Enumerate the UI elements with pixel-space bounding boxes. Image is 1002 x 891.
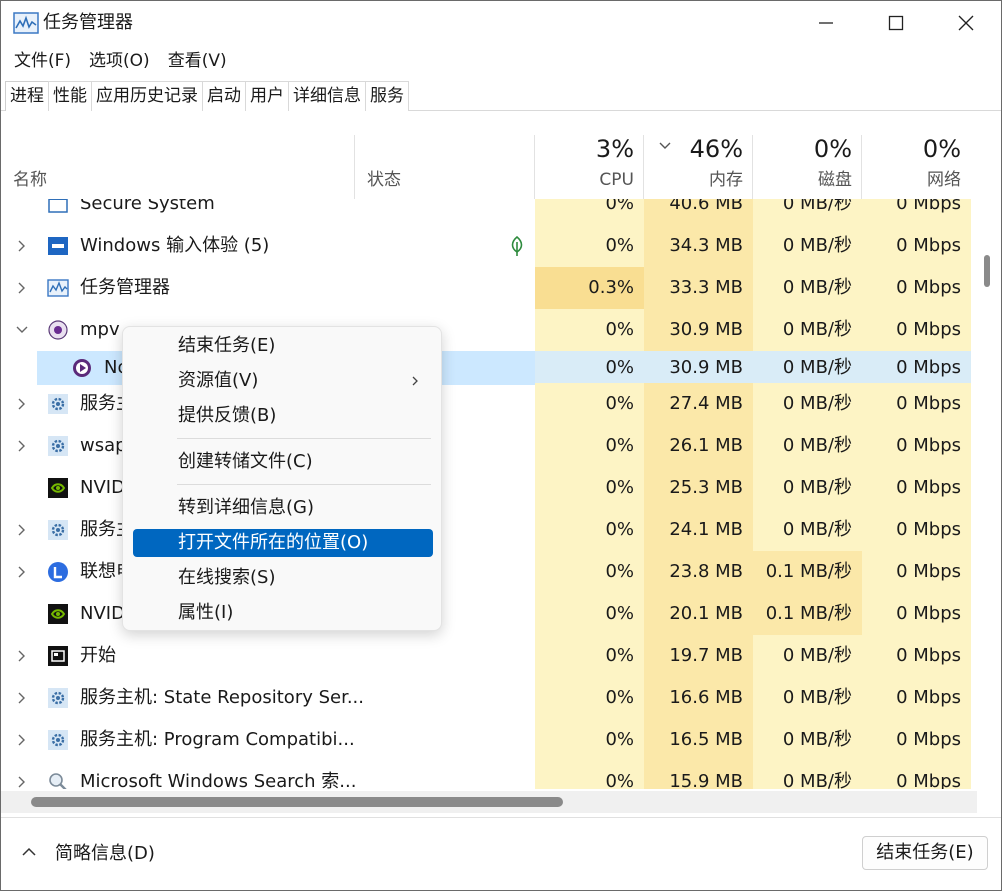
chevron-right-icon[interactable] bbox=[15, 239, 29, 253]
menu-view[interactable]: 查看(V) bbox=[159, 47, 236, 75]
table-row[interactable]: 服务主机: Program Compatibi... 0% 16.5 MB 0 … bbox=[1, 719, 971, 761]
chevron-right-icon[interactable] bbox=[15, 439, 29, 453]
chevron-up-icon[interactable] bbox=[21, 846, 37, 858]
nvidia-icon bbox=[48, 604, 68, 624]
service-gear-icon bbox=[48, 730, 68, 750]
ctx-divider bbox=[177, 438, 431, 439]
column-header-network[interactable]: 0% 网络 bbox=[862, 111, 971, 199]
tab-users[interactable]: 用户 bbox=[245, 81, 289, 111]
nvidia-icon bbox=[48, 478, 68, 498]
close-icon bbox=[958, 15, 974, 31]
chevron-right-icon[interactable] bbox=[15, 565, 29, 579]
cpu-total: 3% bbox=[595, 135, 634, 163]
memory-total: 46% bbox=[689, 135, 743, 163]
fewer-details-link[interactable]: 简略信息(D) bbox=[55, 842, 155, 866]
table-row[interactable]: Secure System 0% 40.6 MB 0 MB/秒 0 Mbps bbox=[1, 199, 971, 225]
tab-startup[interactable]: 启动 bbox=[202, 81, 246, 111]
submenu-chevron-right-icon bbox=[412, 376, 418, 386]
mpv-player-icon bbox=[73, 359, 91, 377]
service-gear-icon bbox=[48, 688, 68, 708]
column-header-cpu[interactable]: 3% CPU bbox=[535, 111, 644, 199]
tab-services[interactable]: 服务 bbox=[365, 81, 409, 111]
menu-file[interactable]: 文件(F) bbox=[5, 47, 80, 75]
context-menu: 结束任务(E) 资源值(V) 提供反馈(B) 创建转储文件(C) 转到详细信息(… bbox=[122, 326, 442, 631]
chevron-right-icon[interactable] bbox=[15, 733, 29, 747]
ctx-search-online[interactable]: 在线搜索(S) bbox=[133, 564, 433, 592]
service-gear-icon bbox=[48, 394, 68, 414]
chevron-right-icon[interactable] bbox=[15, 281, 29, 295]
network-total: 0% bbox=[922, 135, 961, 163]
horizontal-scrollbar[interactable] bbox=[1, 791, 977, 813]
vertical-scrollbar[interactable] bbox=[977, 199, 995, 789]
vertical-scroll-thumb[interactable] bbox=[984, 255, 990, 287]
table-row[interactable]: 任务管理器 0.3% 33.3 MB 0 MB/秒 0 Mbps bbox=[1, 267, 971, 309]
end-task-button[interactable]: 结束任务(E) bbox=[862, 836, 988, 870]
footer-bar: 简略信息(D) 结束任务(E) bbox=[1, 817, 1001, 890]
lenovo-l-icon bbox=[48, 562, 68, 582]
start-menu-icon bbox=[48, 646, 68, 666]
table-row[interactable]: 开始 0% 19.7 MB 0 MB/秒 0 Mbps bbox=[1, 635, 971, 677]
horizontal-scroll-thumb[interactable] bbox=[31, 797, 563, 807]
column-header-name[interactable]: 名称 bbox=[1, 111, 355, 199]
chevron-right-icon[interactable] bbox=[15, 523, 29, 537]
service-gear-icon bbox=[48, 520, 68, 540]
sort-chevron-down-icon bbox=[659, 142, 671, 149]
column-header-disk[interactable]: 0% 磁盘 bbox=[753, 111, 862, 199]
close-button[interactable] bbox=[931, 1, 1001, 45]
efficiency-leaf-icon bbox=[511, 235, 523, 256]
table-row[interactable]: 服务主机: State Repository Ser... 0% 16.6 MB… bbox=[1, 677, 971, 719]
ctx-end-task[interactable]: 结束任务(E) bbox=[133, 332, 433, 360]
disk-total: 0% bbox=[813, 135, 852, 163]
ctx-properties[interactable]: 属性(I) bbox=[133, 599, 433, 627]
system-window-icon bbox=[48, 199, 68, 213]
ctx-provide-feedback[interactable]: 提供反馈(B) bbox=[133, 402, 433, 430]
tab-bar: 进程 性能 应用历史记录 启动 用户 详细信息 服务 bbox=[1, 79, 1001, 111]
title-bar: 任务管理器 bbox=[1, 1, 1001, 45]
tab-app-history[interactable]: 应用历史记录 bbox=[91, 81, 203, 111]
table-row[interactable]: Windows 输入体验 (5) 0% 34.3 MB 0 MB/秒 0 Mbp… bbox=[1, 225, 971, 267]
menu-options[interactable]: 选项(O) bbox=[80, 47, 159, 75]
tab-details[interactable]: 详细信息 bbox=[288, 81, 366, 111]
maximize-button[interactable] bbox=[861, 1, 931, 45]
table-row[interactable]: Microsoft Windows Search 索... 0% 15.9 MB… bbox=[1, 761, 971, 789]
tab-processes[interactable]: 进程 bbox=[5, 81, 49, 111]
minimize-icon bbox=[819, 22, 833, 24]
column-header-memory[interactable]: 46% 内存 bbox=[644, 111, 753, 199]
chevron-right-icon[interactable] bbox=[15, 775, 29, 789]
task-manager-icon bbox=[47, 279, 69, 297]
chevron-down-icon[interactable] bbox=[15, 323, 29, 337]
tab-performance[interactable]: 性能 bbox=[48, 81, 92, 111]
service-gear-icon bbox=[48, 436, 68, 456]
search-indexer-icon bbox=[49, 773, 67, 789]
ctx-go-to-details[interactable]: 转到详细信息(G) bbox=[133, 494, 433, 522]
input-experience-icon bbox=[48, 237, 68, 255]
mpv-icon bbox=[48, 320, 68, 340]
ctx-open-file-location[interactable]: 打开文件所在的位置(O) bbox=[133, 529, 433, 557]
menu-bar: 文件(F) 选项(O) 查看(V) bbox=[5, 47, 236, 75]
ctx-divider bbox=[177, 484, 431, 485]
chevron-right-icon[interactable] bbox=[15, 649, 29, 663]
chevron-right-icon[interactable] bbox=[15, 397, 29, 411]
chevron-right-icon[interactable] bbox=[15, 691, 29, 705]
ctx-create-dump[interactable]: 创建转储文件(C) bbox=[133, 448, 433, 476]
column-header-status[interactable]: 状态 bbox=[355, 111, 535, 199]
window-title: 任务管理器 bbox=[43, 12, 133, 33]
task-manager-icon bbox=[13, 12, 39, 34]
maximize-icon bbox=[888, 15, 904, 31]
ctx-resource-values[interactable]: 资源值(V) bbox=[133, 367, 433, 395]
task-manager-window: 任务管理器 文件(F) 选项(O) 查看(V) 进程 性能 应用历史记录 启动 … bbox=[0, 0, 1002, 891]
minimize-button[interactable] bbox=[791, 1, 861, 45]
